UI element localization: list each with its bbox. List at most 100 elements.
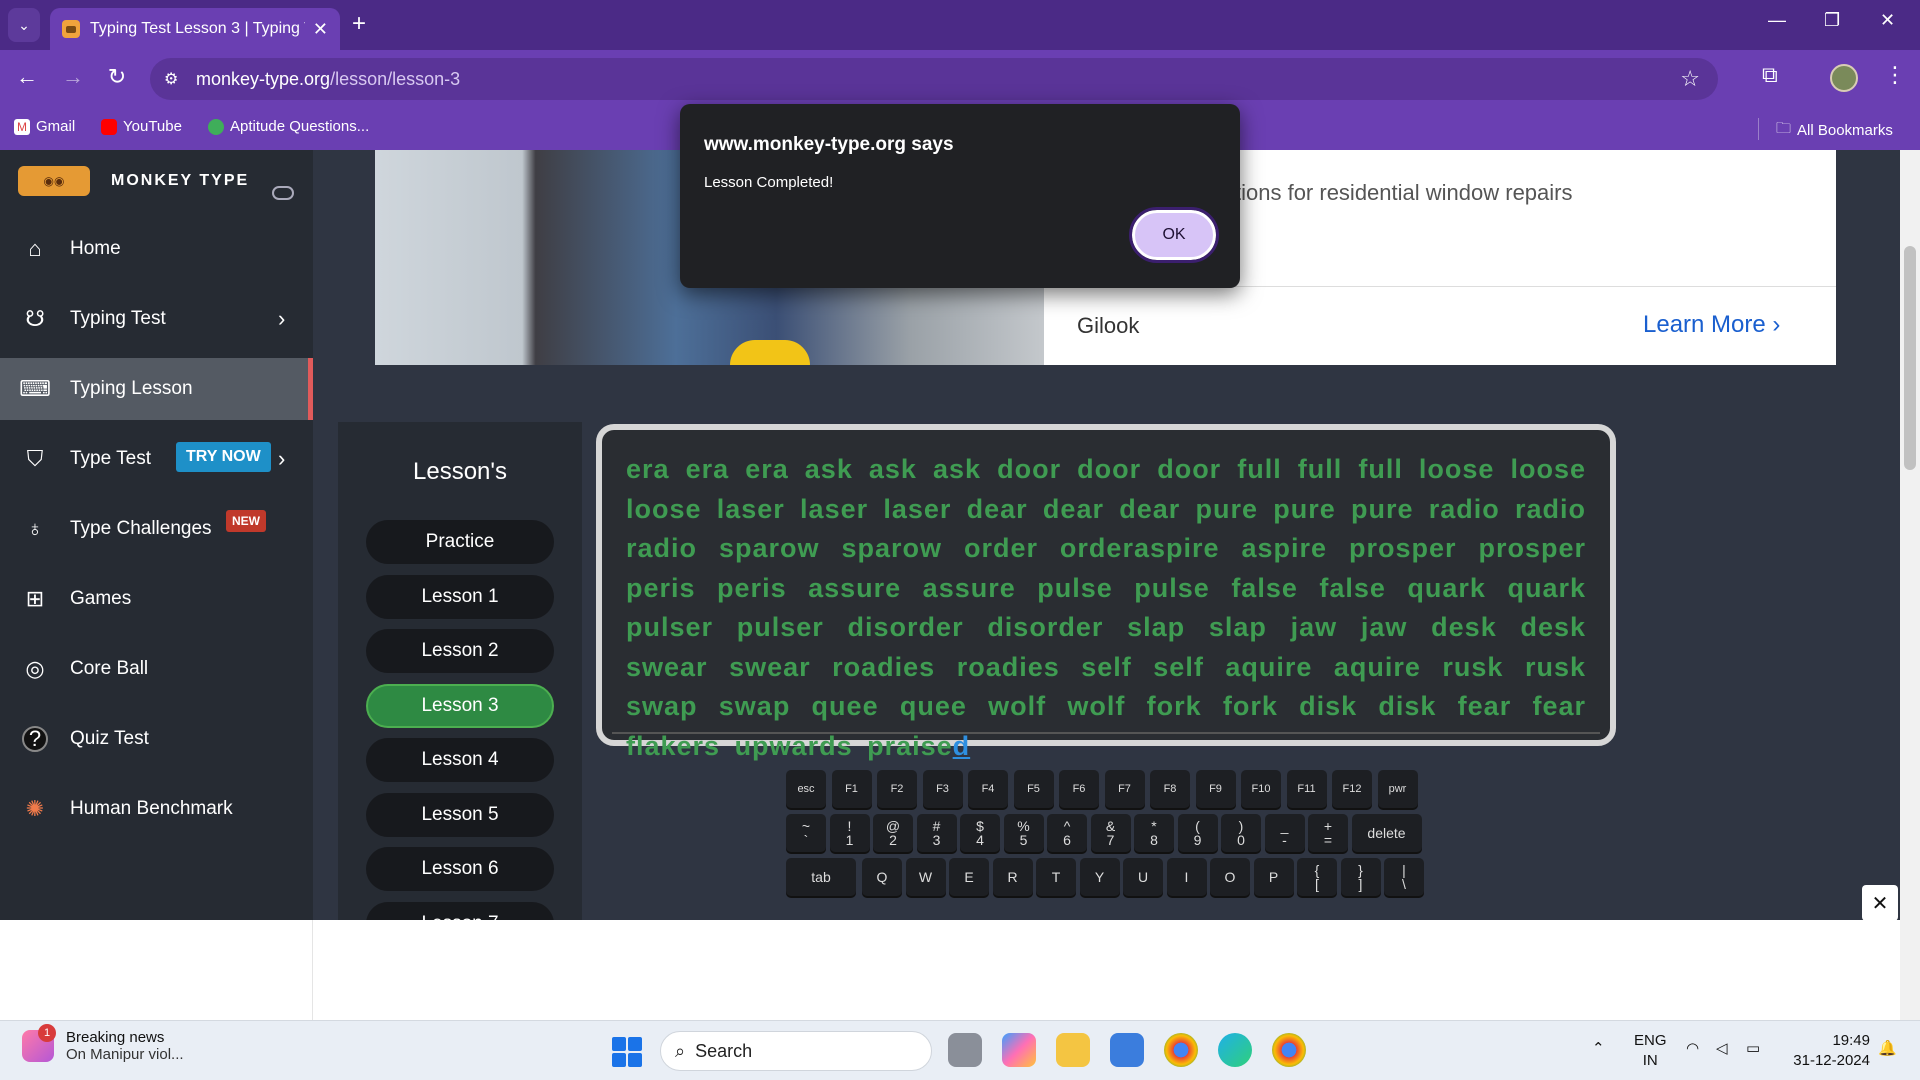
key-f2[interactable]: F2 — [877, 770, 917, 808]
key-row2-9[interactable]: (9 — [1177, 814, 1218, 852]
ad-learn-more-link[interactable]: Learn More › — [1643, 311, 1780, 339]
key-row3-13[interactable]: | \ — [1384, 858, 1424, 896]
key-f1[interactable]: F1 — [831, 770, 872, 808]
file-explorer-icon[interactable] — [1056, 1033, 1090, 1067]
task-view-icon[interactable] — [948, 1033, 982, 1067]
lesson-5-button[interactable]: Lesson 5 — [366, 793, 554, 837]
lesson-3-button[interactable]: Lesson 3 — [366, 684, 554, 728]
key-row2-1[interactable]: ! 1 — [829, 814, 870, 852]
key-e[interactable]: E — [949, 858, 989, 896]
key-p[interactable]: P — [1253, 858, 1294, 896]
key-row2-12[interactable]: + = — [1308, 814, 1348, 852]
key-f8[interactable]: F8 — [1150, 770, 1190, 808]
key-row2-5[interactable]: % 5 — [1003, 814, 1044, 852]
key-f9[interactable]: F9 — [1195, 770, 1236, 808]
lesson-2-button[interactable]: Lesson 2 — [366, 629, 554, 673]
sidebar-item-quiz-test[interactable]: ? Quiz Test — [0, 708, 313, 770]
tab-search-button[interactable]: ⌄ — [8, 8, 40, 42]
lesson-practice-button[interactable]: Practice — [366, 520, 554, 564]
lesson-6-button[interactable]: Lesson 6 — [366, 847, 554, 891]
key-q[interactable]: Q — [862, 858, 902, 896]
forward-icon[interactable]: → — [58, 64, 88, 90]
sidebar-item-typing-test[interactable]: ☋ Typing Test › — [0, 288, 313, 350]
key-row2-6[interactable]: ^ 6 — [1047, 814, 1087, 852]
key-w[interactable]: W — [905, 858, 946, 896]
wifi-icon[interactable]: ◠ — [1686, 1039, 1699, 1057]
theme-toggle[interactable] — [272, 186, 294, 200]
key-row2-4[interactable]: $4 — [960, 814, 1000, 852]
close-tab-icon[interactable]: ✕ — [313, 19, 328, 40]
key-f11[interactable]: F11 — [1286, 770, 1327, 808]
sidebar-item-core-ball[interactable]: ◎ Core Ball — [0, 638, 313, 700]
key-row2-8[interactable]: * 8 — [1134, 814, 1174, 852]
news-widget[interactable]: 1 Breaking news On Manipur viol... — [22, 1024, 184, 1063]
key-tab[interactable]: tab — [786, 858, 856, 896]
chrome-icon[interactable] — [1164, 1033, 1198, 1067]
sidebar-item-type-test[interactable]: ⛉ Type Test TRY NOW › — [0, 428, 313, 490]
key-f4[interactable]: F4 — [968, 770, 1008, 808]
key-f5[interactable]: F5 — [1013, 770, 1054, 808]
lesson-7-button[interactable]: Lesson 7 — [366, 902, 554, 920]
all-bookmarks[interactable]: 🗀 All Bookmarks — [1776, 118, 1893, 143]
sidebar-item-home[interactable]: ⌂ Home — [0, 218, 313, 280]
key-row2-13[interactable]: delete — [1351, 814, 1422, 852]
browser-tab-active[interactable]: Typing Test Lesson 3 | Typing Te ✕ — [50, 8, 340, 50]
monkey-logo[interactable]: ◉◉ — [18, 166, 90, 196]
lesson-1-button[interactable]: Lesson 1 — [366, 575, 554, 619]
extensions-icon[interactable]: ⧉ — [1762, 62, 1778, 88]
key-row3-11[interactable]: {[ — [1297, 858, 1337, 896]
key-f10[interactable]: F10 — [1241, 770, 1281, 808]
key-r[interactable]: R — [992, 858, 1033, 896]
reload-icon[interactable]: ↻ — [102, 64, 132, 90]
sidebar-item-games[interactable]: ⊞ Games — [0, 568, 313, 630]
key-f6[interactable]: F6 — [1059, 770, 1099, 808]
menu-icon[interactable]: ⋮ — [1884, 62, 1906, 88]
bookmark-youtube[interactable]: YouTube — [101, 118, 182, 135]
key-t[interactable]: T — [1036, 858, 1076, 896]
minimize-icon[interactable]: — — [1768, 10, 1786, 31]
key-row2-0[interactable]: ~ ` — [786, 814, 826, 852]
key-row2-7[interactable]: & 7 — [1090, 814, 1131, 852]
chrome-profile-icon[interactable] — [1272, 1033, 1306, 1067]
address-bar[interactable]: ⚙ monkey-type.org /lesson/lesson-3 ☆ — [150, 58, 1718, 100]
language-indicator[interactable]: ENG IN — [1634, 1031, 1667, 1071]
bookmark-aptitude[interactable]: Aptitude Questions... — [208, 118, 369, 135]
key-y[interactable]: Y — [1079, 858, 1120, 896]
key-f12[interactable]: F12 — [1332, 770, 1372, 808]
key-f7[interactable]: F7 — [1104, 770, 1145, 808]
volume-icon[interactable]: ◁ — [1716, 1039, 1728, 1057]
key-u[interactable]: U — [1123, 858, 1163, 896]
page-scrollbar[interactable] — [1900, 150, 1920, 1020]
dialog-ok-button[interactable]: OK — [1129, 207, 1219, 263]
close-ad-icon[interactable]: ✕ — [1862, 885, 1898, 920]
edge-icon[interactable] — [1218, 1033, 1252, 1067]
lesson-4-button[interactable]: Lesson 4 — [366, 738, 554, 782]
scrollbar-thumb[interactable] — [1904, 246, 1916, 470]
key-o[interactable]: O — [1210, 858, 1250, 896]
copilot-icon[interactable] — [1002, 1033, 1036, 1067]
key-row2-2[interactable]: @2 — [873, 814, 913, 852]
key-row2-11[interactable]: _ - — [1264, 814, 1305, 852]
key-row3-12[interactable]: }] — [1340, 858, 1381, 896]
sidebar-item-type-challenges[interactable]: ♁ Type Challenges NEW — [0, 498, 313, 560]
profile-avatar[interactable] — [1830, 64, 1858, 92]
key-esc[interactable]: esc — [786, 770, 826, 808]
start-button-icon[interactable] — [612, 1037, 642, 1067]
sidebar-item-typing-lesson[interactable]: ⌨ Typing Lesson — [0, 358, 313, 420]
sidebar-item-human-benchmark[interactable]: ✺ Human Benchmark — [0, 778, 313, 840]
close-window-icon[interactable]: ✕ — [1880, 10, 1895, 31]
site-info-icon[interactable]: ⚙ — [164, 69, 178, 89]
store-icon[interactable] — [1110, 1033, 1144, 1067]
clock[interactable]: 19:49 31-12-2024 — [1786, 1031, 1870, 1071]
back-icon[interactable]: ← — [12, 64, 42, 90]
taskbar-search[interactable]: ⌕ Search — [660, 1031, 932, 1071]
bookmark-gmail[interactable]: M Gmail — [14, 118, 75, 135]
typing-area[interactable]: era era era ask ask ask door door door f… — [596, 424, 1616, 761]
key-row2-3[interactable]: #3 — [916, 814, 957, 852]
key-pwr[interactable]: pwr — [1377, 770, 1418, 808]
bookmark-star-icon[interactable]: ☆ — [1680, 66, 1700, 92]
restore-icon[interactable]: ❐ — [1824, 10, 1840, 31]
chevron-up-icon[interactable]: ⌃ — [1592, 1039, 1605, 1057]
try-now-badge[interactable]: TRY NOW — [176, 442, 271, 472]
notification-bell-icon[interactable]: 🔔 — [1878, 1039, 1897, 1057]
